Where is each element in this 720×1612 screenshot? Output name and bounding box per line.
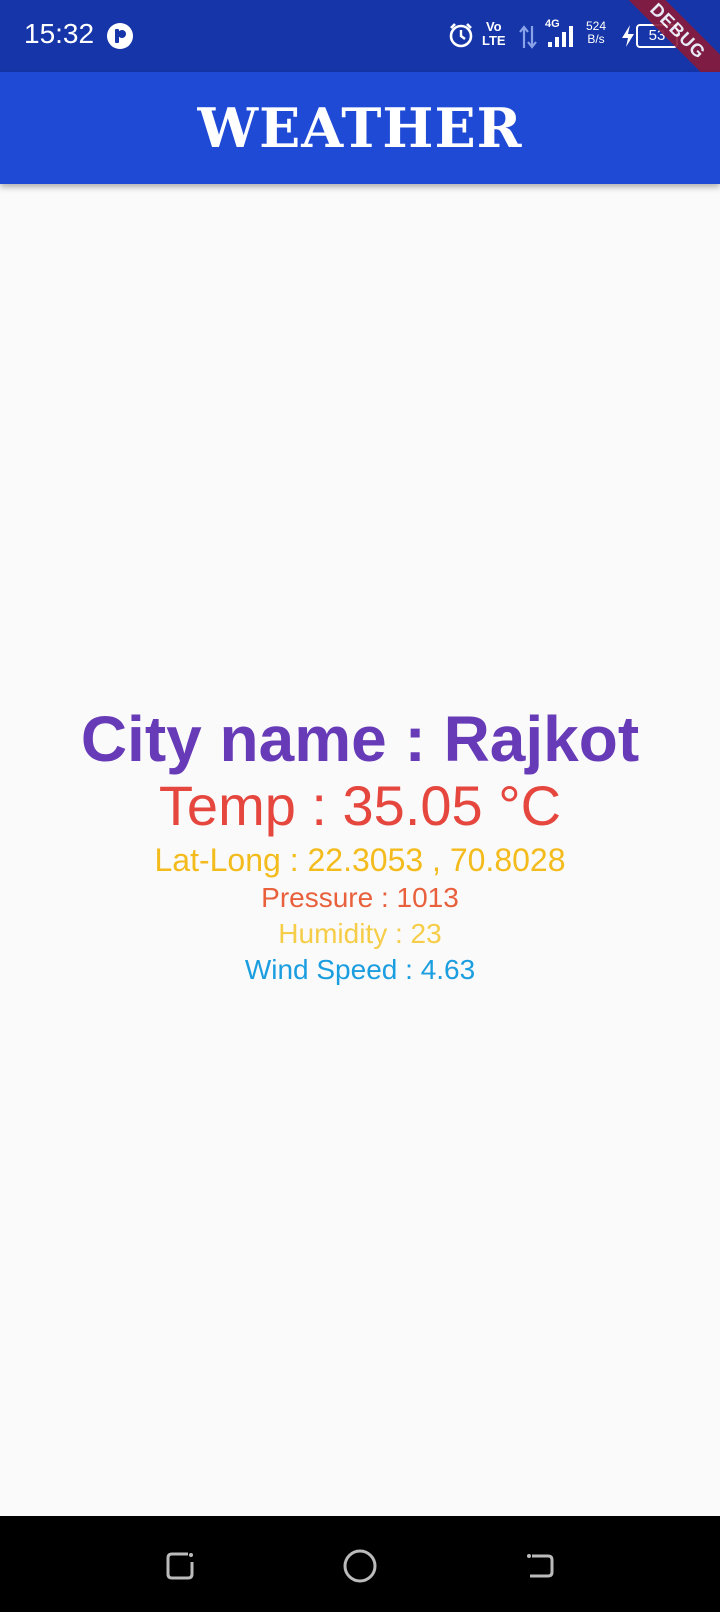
recents-icon[interactable] bbox=[160, 1546, 200, 1586]
status-time: 15:32 bbox=[24, 18, 95, 49]
app-title: WEATHER bbox=[197, 96, 523, 160]
pressure: Pressure : 1013 bbox=[261, 882, 459, 913]
alarm-icon bbox=[449, 23, 473, 48]
volte-top: Vo bbox=[485, 19, 502, 34]
lat-long: Lat-Long : 22.3053 , 70.8028 bbox=[154, 842, 566, 878]
charging-icon bbox=[622, 25, 634, 47]
status-bar: 15:32 Vo LTE 4G 524 B/s 53 DEBUG bbox=[0, 0, 720, 111]
city-name: City name : Rajkot bbox=[80, 703, 640, 775]
data-arrows-icon bbox=[519, 25, 537, 49]
volte-bottom: LTE bbox=[482, 33, 506, 48]
temperature: Temp : 35.05 °C bbox=[158, 774, 562, 837]
app-bar: WEATHER bbox=[0, 72, 720, 184]
network-speed-unit: B/s bbox=[587, 32, 605, 46]
app-notification-icon bbox=[107, 23, 133, 49]
navigation-bar bbox=[0, 1516, 720, 1612]
weather-info: City name : Rajkot Temp : 35.05 °C Lat-L… bbox=[0, 700, 720, 988]
back-icon[interactable] bbox=[520, 1546, 560, 1586]
network-speed: 524 B/s bbox=[586, 20, 606, 46]
wind-speed: Wind Speed : 4.63 bbox=[244, 954, 476, 985]
humidity: Humidity : 23 bbox=[278, 918, 442, 949]
signal-icon bbox=[548, 26, 573, 47]
volte-badge: Vo LTE bbox=[482, 20, 506, 48]
home-icon[interactable] bbox=[340, 1546, 380, 1586]
